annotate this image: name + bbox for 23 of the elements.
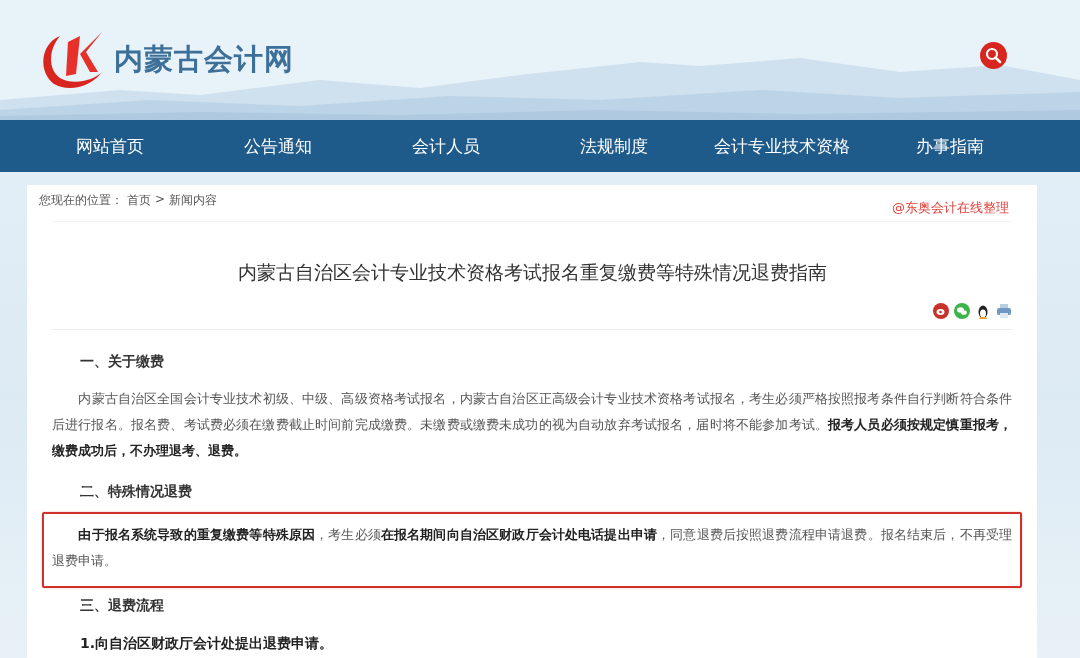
credit-note: @东奥会计在线整理 (892, 199, 1009, 217)
nav-link[interactable]: 法规制度 (580, 134, 648, 158)
swirl-icon[interactable] (933, 303, 949, 319)
nav-link[interactable]: 会计人员 (412, 134, 480, 158)
nav-link[interactable]: 办事指南 (916, 134, 984, 158)
nav-link[interactable]: 会计专业技术资格 (714, 134, 850, 158)
chat-bubbles-icon[interactable] (954, 303, 970, 319)
printer-icon[interactable] (996, 303, 1012, 319)
breadcrumb-link[interactable]: 首页 (127, 192, 151, 209)
breadcrumb-separator: > (155, 192, 166, 208)
site-name[interactable]: 内蒙古会计网 (114, 40, 294, 80)
section-heading: 二、特殊情况退费 (79, 482, 193, 501)
nav-link[interactable]: 公告通知 (244, 134, 312, 158)
step-text: 1.向自治区财政厅会计处提出退费申请。 (79, 634, 335, 653)
section-heading: 一、关于缴费 (79, 352, 165, 371)
paragraph: 内蒙古自治区全国会计专业技术初级、中级、高级资格考试报名，内蒙古自治区正高级会计专业技术资格考试报名，考生必须严格按照报考条件自行判断符合条件后进行报名。报名费、考试费必须在缴费截止时间前完成缴费。未缴费或缴费未成功的视为自动放弃考试报名，届时将不能参加考试。报考人员必须按规定慎重报考，缴费成功后，不办理退考、退费。 (52, 390, 1012, 460)
breadcrumb-label: 您现在的位置： (39, 192, 123, 209)
section-heading: 三、退费流程 (79, 596, 165, 615)
breadcrumb-link[interactable]: 新闻内容 (169, 192, 218, 209)
nav-link[interactable]: 网站首页 (76, 134, 144, 158)
article-title: 内蒙古自治区会计专业技术资格考试报名重复缴费等特殊情况退费指南 (236, 260, 828, 285)
paragraph: 由于报名系统导致的重复缴费等特殊原因，考生必须在报名期间向自治区财政厅会计处电话提出申请，同意退费后按照退费流程申请退费。报名结束后，不再受理退费申请。 (52, 526, 1012, 570)
search-icon[interactable] (980, 42, 1007, 69)
